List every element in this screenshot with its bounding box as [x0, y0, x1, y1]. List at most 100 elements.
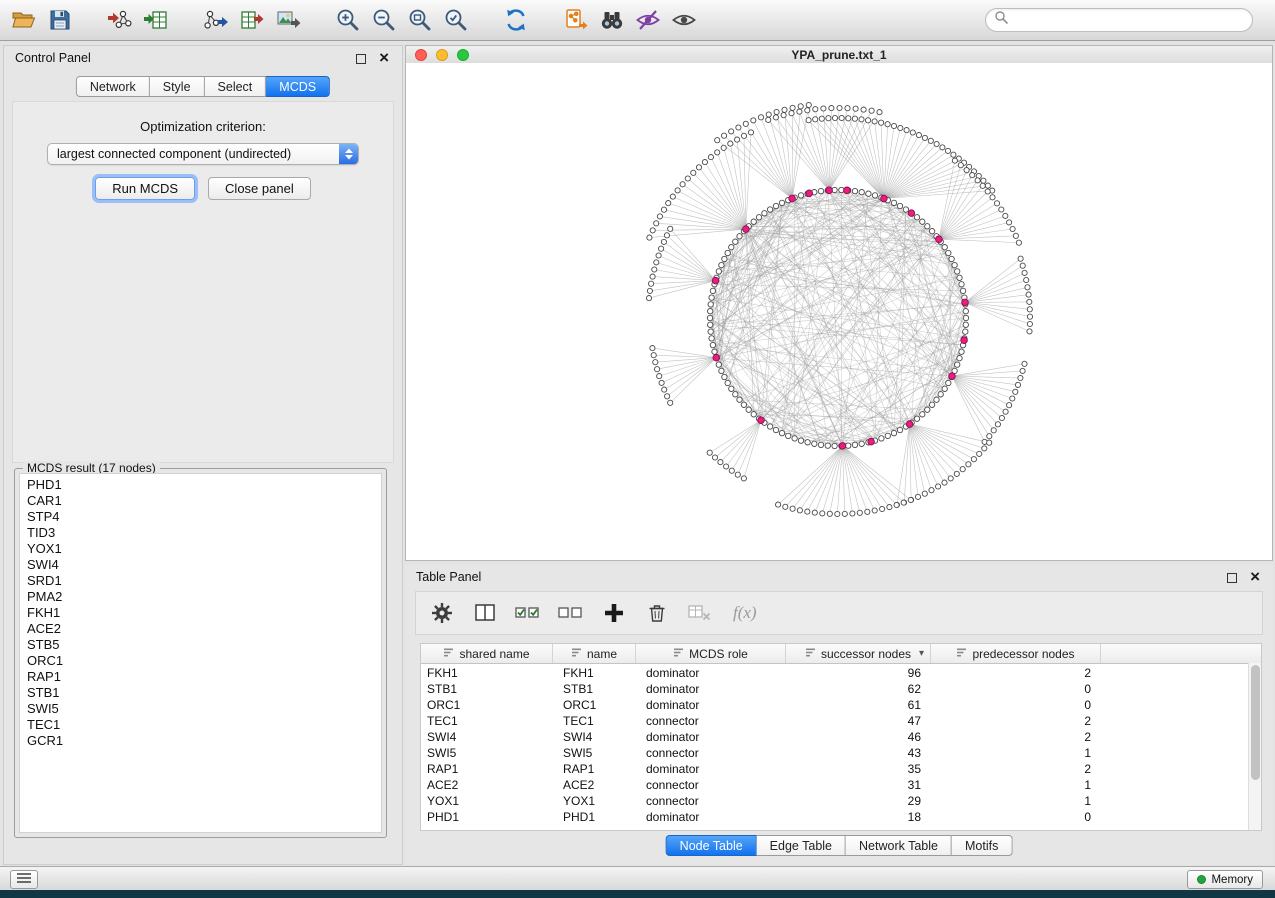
function-builder-icon[interactable]: f(x) [729, 603, 757, 623]
import-network-icon[interactable] [105, 5, 135, 35]
show-columns-icon[interactable] [471, 599, 499, 627]
mcds-result-item[interactable]: SWI4 [27, 557, 381, 573]
tab-motifs[interactable]: Motifs [952, 835, 1012, 856]
table-cell: ORC1 [553, 698, 636, 712]
mcds-result-item[interactable]: CAR1 [27, 493, 381, 509]
table-cell: FKH1 [421, 666, 553, 680]
tab-network[interactable]: Network [76, 76, 150, 97]
table-cell: FKH1 [553, 666, 636, 680]
table-row[interactable]: RAP1RAP1dominator352 [421, 761, 1249, 777]
table-row[interactable]: ACE2ACE2connector311 [421, 777, 1249, 793]
mcds-result-item[interactable]: SWI5 [27, 701, 381, 717]
main-toolbar [0, 0, 1275, 41]
table-cell: SWI4 [553, 730, 636, 744]
mcds-result-item[interactable]: STB1 [27, 685, 381, 701]
mcds-result-item[interactable]: GCR1 [27, 733, 381, 749]
tab-node-table[interactable]: Node Table [666, 835, 757, 856]
import-table-icon[interactable] [141, 5, 171, 35]
tab-style[interactable]: Style [150, 76, 205, 97]
mcds-result-item[interactable]: RAP1 [27, 669, 381, 685]
sort-icon [805, 647, 816, 661]
control-panel-header: Control Panel × [4, 46, 402, 70]
mcds-result-item[interactable]: FKH1 [27, 605, 381, 621]
table-cell: 0 [931, 682, 1101, 696]
tab-select[interactable]: Select [205, 76, 267, 97]
float-panel-icon[interactable] [356, 54, 366, 64]
hide-selected-icon[interactable] [633, 5, 663, 35]
zoom-fit-icon[interactable] [405, 5, 435, 35]
column-header-name[interactable]: name [553, 644, 636, 663]
zoom-in-icon[interactable] [333, 5, 363, 35]
mcds-result-item[interactable]: PHD1 [27, 477, 381, 493]
network-canvas[interactable] [406, 63, 1272, 560]
mcds-result-item[interactable]: TID3 [27, 525, 381, 541]
mcds-result-item[interactable]: STP4 [27, 509, 381, 525]
table-cell: 96 [786, 666, 931, 680]
column-header-shared-name[interactable]: shared name [421, 644, 553, 663]
table-cell: TEC1 [421, 714, 553, 728]
float-table-panel-icon[interactable] [1227, 573, 1237, 583]
memory-button[interactable]: Memory [1187, 870, 1263, 889]
mcds-result-group: MCDS result (17 nodes) PHD1CAR1STP4TID3Y… [14, 468, 387, 838]
zoom-selected-icon[interactable] [441, 5, 471, 35]
network-graph[interactable] [406, 63, 1272, 560]
table-cell: STB1 [421, 682, 553, 696]
table-row[interactable]: PHD1PHD1dominator180 [421, 809, 1249, 825]
mcds-result-item[interactable]: YOX1 [27, 541, 381, 557]
table-row[interactable]: ORC1ORC1dominator610 [421, 697, 1249, 713]
column-header-successor-nodes[interactable]: successor nodes▾ [786, 644, 931, 663]
close-panel-button[interactable]: Close panel [208, 177, 311, 200]
panel-menu-button[interactable] [10, 870, 38, 889]
delete-column-icon[interactable] [643, 599, 671, 627]
table-row[interactable]: FKH1FKH1dominator962 [421, 665, 1249, 681]
mcds-result-item[interactable]: PMA2 [27, 589, 381, 605]
zoom-out-icon[interactable] [369, 5, 399, 35]
run-mcds-button[interactable]: Run MCDS [95, 177, 195, 200]
select-all-rows-icon[interactable] [514, 599, 542, 627]
clear-table-icon[interactable] [686, 599, 714, 627]
open-file-icon[interactable] [9, 5, 39, 35]
optimization-criterion-select[interactable]: largest connected component (undirected) [47, 143, 359, 165]
table-cell: 2 [931, 714, 1101, 728]
table-settings-icon[interactable] [428, 599, 456, 627]
mcds-result-item[interactable]: TEC1 [27, 717, 381, 733]
table-cell: 29 [786, 794, 931, 808]
column-header-mcds-role[interactable]: MCDS role [636, 644, 786, 663]
close-panel-icon[interactable]: × [379, 47, 389, 69]
tab-network-table[interactable]: Network Table [846, 835, 952, 856]
tab-mcds[interactable]: MCDS [266, 76, 330, 97]
show-all-icon[interactable] [669, 5, 699, 35]
tab-edge-table[interactable]: Edge Table [757, 835, 846, 856]
export-network-icon[interactable] [201, 5, 231, 35]
mcds-result-item[interactable]: SRD1 [27, 573, 381, 589]
search-box[interactable] [985, 8, 1253, 32]
table-row[interactable]: SWI4SWI4dominator462 [421, 729, 1249, 745]
export-table-icon[interactable] [237, 5, 267, 35]
sort-icon [443, 647, 454, 661]
mcds-result-item[interactable]: ORC1 [27, 653, 381, 669]
table-cell: SWI5 [421, 746, 553, 760]
table-row[interactable]: STB1STB1dominator620 [421, 681, 1249, 697]
toolbar-separator [174, 20, 198, 21]
deselect-all-rows-icon[interactable] [557, 599, 585, 627]
network-window: YPA_prune.txt_1 [405, 45, 1273, 561]
search-input[interactable] [1009, 12, 1252, 28]
table-row[interactable]: SWI5SWI5connector431 [421, 745, 1249, 761]
close-table-panel-icon[interactable]: × [1250, 566, 1260, 588]
column-header-predecessor-nodes[interactable]: predecessor nodes [931, 644, 1101, 663]
scrollbar-thumb[interactable] [1251, 665, 1260, 780]
export-image-icon[interactable] [273, 5, 303, 35]
table-row[interactable]: TEC1TEC1connector472 [421, 713, 1249, 729]
table-cell: dominator [636, 730, 786, 744]
find-icon[interactable] [597, 5, 627, 35]
clone-network-icon[interactable] [561, 5, 591, 35]
mcds-result-item[interactable]: ACE2 [27, 621, 381, 637]
table-row[interactable]: YOX1YOX1connector291 [421, 793, 1249, 809]
mcds-result-item[interactable]: STB5 [27, 637, 381, 653]
add-column-icon[interactable] [600, 599, 628, 627]
refresh-network-icon[interactable] [501, 5, 531, 35]
table-scrollbar[interactable] [1248, 663, 1261, 830]
table-panel-title: Table Panel [416, 570, 481, 584]
save-session-icon[interactable] [45, 5, 75, 35]
node-table: shared namenameMCDS rolesuccessor nodes▾… [420, 643, 1262, 831]
